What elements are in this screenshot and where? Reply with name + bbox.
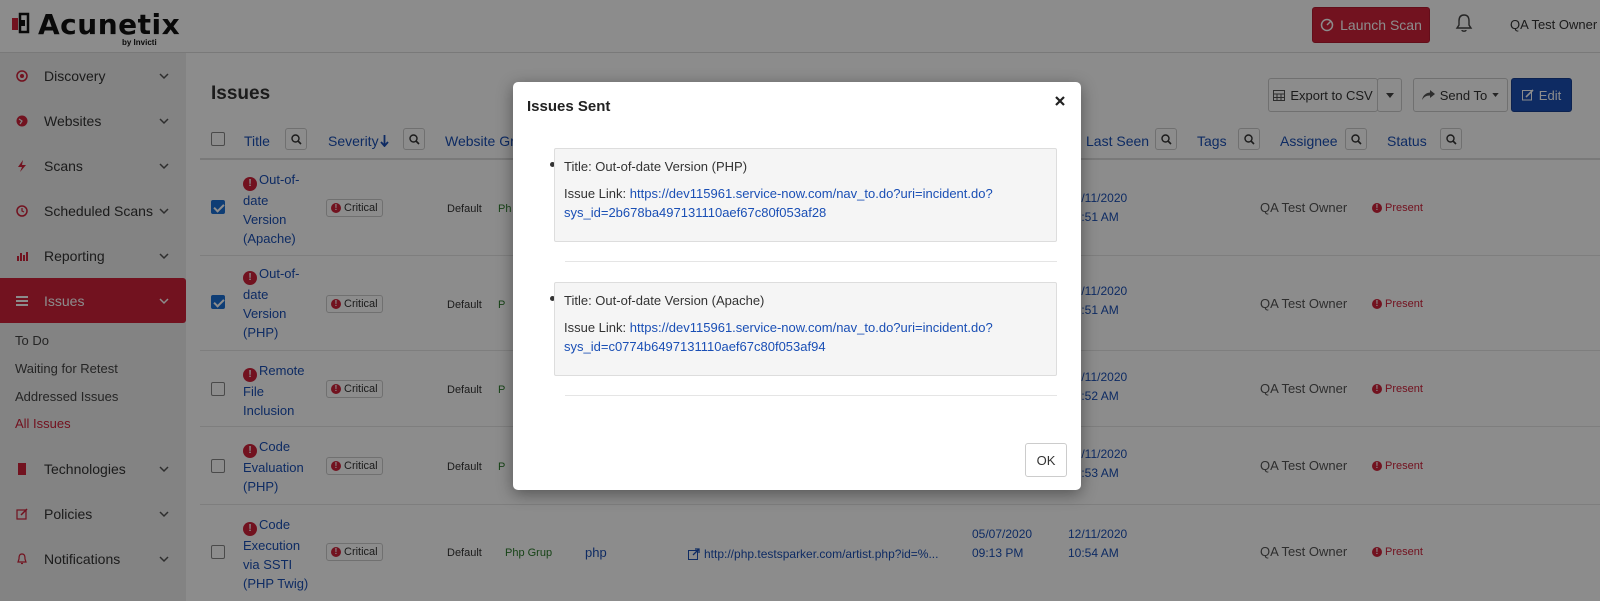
- divider: [565, 395, 1057, 396]
- divider: [565, 261, 1057, 262]
- issue-link-label: Issue Link:: [564, 186, 627, 201]
- sent-issue-item: Title: Out-of-date Version (PHP) Issue L…: [554, 148, 1057, 242]
- issue-link-line2: sys_id=2b678ba497131110aef67c80f053af28: [564, 205, 827, 220]
- sent-issue-link-row: Issue Link: https://dev115961.service-no…: [564, 318, 1047, 356]
- ok-button[interactable]: OK: [1025, 443, 1067, 477]
- issue-link-line2: sys_id=c0774b6497131110aef67c80f053af94: [564, 339, 826, 354]
- sent-issue-title: Title: Out-of-date Version (PHP): [564, 159, 748, 174]
- issue-link[interactable]: https://dev115961.service-now.com/nav_to…: [564, 186, 993, 220]
- issues-sent-dialog: Issues Sent Title: Out-of-date Version (…: [513, 82, 1081, 490]
- dialog-title: Issues Sent: [527, 98, 611, 115]
- issue-link[interactable]: https://dev115961.service-now.com/nav_to…: [564, 320, 993, 354]
- app: Acunetix by Invicti Launch Scan QA Test …: [0, 0, 1600, 601]
- issue-link-line1: https://dev115961.service-now.com/nav_to…: [629, 320, 993, 335]
- issue-link-line1: https://dev115961.service-now.com/nav_to…: [629, 186, 993, 201]
- close-icon[interactable]: [1053, 94, 1067, 108]
- sent-issue-link-row: Issue Link: https://dev115961.service-no…: [564, 184, 1047, 222]
- sent-issue-item: Title: Out-of-date Version (Apache) Issu…: [554, 282, 1057, 376]
- issue-link-label: Issue Link:: [564, 320, 627, 335]
- sent-issue-title: Title: Out-of-date Version (Apache): [564, 293, 765, 308]
